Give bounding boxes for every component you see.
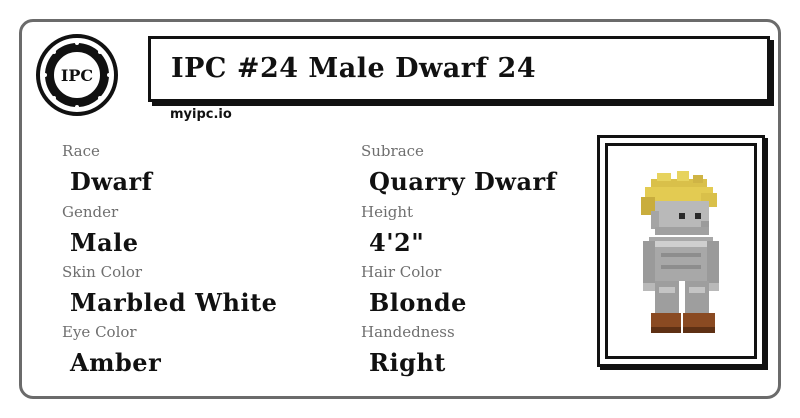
portrait-frame: [597, 135, 765, 367]
eye-color-value: Amber: [70, 348, 162, 377]
skin-color-value: Marbled White: [70, 288, 278, 317]
logo-text: IPC: [61, 66, 93, 85]
race-label: Race: [62, 142, 100, 160]
subrace-label: Subrace: [361, 142, 424, 160]
handedness-label: Handedness: [361, 323, 455, 341]
skin-color-label: Skin Color: [62, 263, 143, 281]
ipc-seal-logo-icon: IPC: [36, 34, 118, 116]
hair-color-value: Blonde: [369, 288, 467, 317]
site-label: myipc.io: [170, 107, 232, 122]
gender-value: Male: [70, 228, 139, 257]
hair-color-label: Hair Color: [361, 263, 442, 281]
race-value: Dwarf: [70, 167, 153, 196]
title-banner: IPC #24 Male Dwarf 24: [148, 36, 770, 102]
handedness-value: Right: [369, 348, 446, 377]
height-value: 4'2": [369, 228, 425, 257]
portrait-inner-border: [605, 143, 757, 359]
ipc-card: IPC IPC #24 Male Dwarf 24 myipc.io Race …: [19, 19, 781, 399]
card-title: IPC #24 Male Dwarf 24: [171, 53, 537, 84]
subrace-value: Quarry Dwarf: [369, 167, 557, 196]
gender-label: Gender: [62, 203, 119, 221]
dwarf-character-sprite-icon: [641, 171, 719, 333]
eye-color-label: Eye Color: [62, 323, 137, 341]
height-label: Height: [361, 203, 414, 221]
